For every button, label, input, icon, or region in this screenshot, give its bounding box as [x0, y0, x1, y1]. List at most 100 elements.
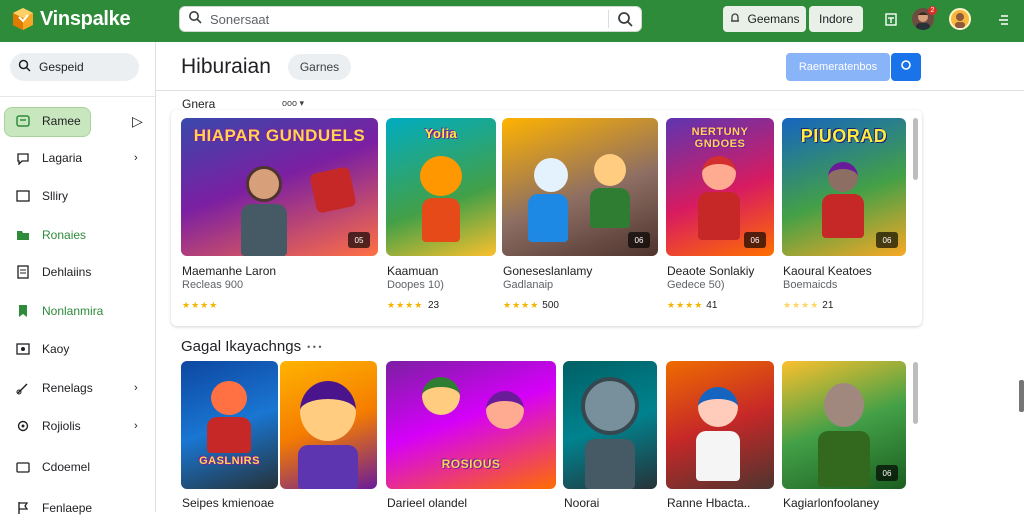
- game-art-title: GASLNIRS: [199, 455, 260, 467]
- character-art: [246, 166, 282, 202]
- game-tile[interactable]: 06: [502, 118, 658, 256]
- sidebar-item-slliry[interactable]: Slliry: [0, 181, 155, 211]
- section-title: Gagal Ikayachngs • • •: [181, 338, 322, 355]
- bell-icon: [729, 12, 741, 27]
- sidebar-item-renelags[interactable]: Renelags ›: [0, 373, 155, 403]
- sidebar-item-label: Lagaria: [42, 151, 83, 165]
- game-title[interactable]: Darieel olandel: [387, 496, 467, 510]
- notification-badge: 2: [928, 6, 937, 15]
- character-art: [420, 156, 462, 196]
- index-button-label: Indore: [818, 12, 854, 26]
- games-chip[interactable]: Garnes: [288, 54, 351, 80]
- sidebar-item-label: Ronaies: [42, 228, 87, 242]
- character-body-art: [528, 194, 568, 242]
- tile-badge: 06: [876, 232, 898, 248]
- menu-icon[interactable]: [992, 8, 1014, 30]
- game-tile[interactable]: NERTUNY GNDOES 06: [666, 118, 774, 256]
- bookmark-icon: [15, 303, 31, 319]
- character-body-art: [696, 431, 740, 481]
- sidebar-item-nonlanmira[interactable]: Nonlanmira: [0, 296, 155, 326]
- game-art-title: NERTUNY GNDOES: [691, 126, 749, 150]
- game-title[interactable]: Deaote Sonlakiy: [667, 264, 754, 278]
- flag-icon: [15, 500, 31, 516]
- sidebar-item-ronaies[interactable]: Ronaies: [0, 220, 155, 250]
- index-button[interactable]: Indore: [809, 6, 863, 32]
- character-body-art: [698, 192, 740, 240]
- game-tile[interactable]: Yolia: [386, 118, 496, 256]
- sidebar-item-fenlaepe[interactable]: Fenlaepe: [0, 493, 155, 523]
- rating-count-value: 41: [706, 300, 718, 311]
- game-tile[interactable]: ROSIOUS: [386, 361, 556, 489]
- search-toggle-button[interactable]: [891, 53, 921, 81]
- character-art: [581, 377, 639, 435]
- character-body-art: [818, 431, 870, 487]
- tile-badge: 06: [876, 465, 898, 481]
- sidebar-search[interactable]: Gespeid: [10, 53, 139, 81]
- game-title[interactable]: Goneseslanlamy: [503, 264, 592, 278]
- chevron-right-icon: ›: [134, 382, 138, 394]
- sidebar-item-label: Rojiolis: [42, 419, 81, 433]
- character-art: [698, 387, 738, 427]
- game-art-title: ROSIOUS: [441, 457, 501, 471]
- game-title[interactable]: Kaamuan: [387, 264, 438, 278]
- collapse-icon[interactable]: ▷: [132, 113, 143, 130]
- game-tile[interactable]: PIUORAD 06: [782, 118, 906, 256]
- character-art: [594, 154, 626, 186]
- profile-avatar[interactable]: [949, 8, 971, 30]
- sidebar-item-ramee[interactable]: Ramee ▷: [0, 106, 155, 137]
- section-title-text: Gagal Ikayachngs: [181, 338, 302, 355]
- rating-count-value: 23: [428, 300, 440, 311]
- game-title[interactable]: Noorai: [564, 496, 599, 510]
- sidebar-search-label: Gespeid: [39, 60, 84, 74]
- search-icon: [188, 10, 202, 29]
- game-title[interactable]: Kaoural Keatoes: [783, 264, 872, 278]
- sidebar-item-label: Ramee: [42, 114, 81, 128]
- sort-dropdown[interactable]: ooo ▾: [282, 98, 304, 109]
- character-body-art: [822, 194, 864, 238]
- character-art: [300, 381, 356, 441]
- app-logo[interactable]: Vinspalke: [12, 7, 131, 31]
- game-tile[interactable]: HIAPAR GUNDUELS 05: [181, 118, 378, 256]
- game-tile[interactable]: GASLNIRS: [181, 361, 278, 489]
- game-rating: ★★★★: [387, 300, 423, 311]
- chevron-down-icon: ▾: [299, 98, 305, 108]
- game-title[interactable]: Ranne Hbacta..: [667, 496, 750, 510]
- sidebar-item-cdoemel[interactable]: Cdoemel: [0, 452, 155, 482]
- sidebar-item-dehlaiins[interactable]: Dehlaiins: [0, 257, 155, 287]
- circle-icon: [900, 58, 912, 76]
- row-scrollbar[interactable]: [913, 362, 918, 424]
- sidebar-divider: [0, 96, 155, 97]
- calendar-icon[interactable]: [880, 8, 902, 30]
- game-subtitle: Gedece 50): [667, 279, 725, 291]
- sort-value: ooo: [282, 98, 298, 108]
- game-subtitle: Recleas 900: [182, 279, 244, 291]
- game-title[interactable]: Maemanhe Laron: [182, 264, 276, 278]
- game-title[interactable]: Kagiarlonfoolaney: [783, 496, 879, 510]
- character-art: [486, 391, 524, 429]
- game-title[interactable]: Seipes kmienoae: [182, 496, 274, 510]
- search-bar[interactable]: Sonersaat: [179, 6, 642, 32]
- character-body-art: [241, 204, 287, 256]
- primary-action-button[interactable]: Raemeratenbos: [786, 53, 890, 81]
- chevron-right-icon: ›: [134, 420, 138, 432]
- more-icon[interactable]: • • •: [307, 342, 321, 352]
- game-art-title: PIUORAD: [800, 126, 888, 146]
- sidebar-item-label: Fenlaepe: [42, 501, 93, 515]
- game-tile[interactable]: [280, 361, 377, 489]
- game-rating: ★★★★ 500: [503, 300, 559, 311]
- page-scrollbar[interactable]: [1019, 380, 1024, 412]
- sidebar-item-kaoy[interactable]: Kaoy: [0, 334, 155, 364]
- brush-icon: [15, 380, 31, 396]
- sidebar-item-lagaria[interactable]: Lagaria ›: [0, 143, 155, 173]
- game-subtitle: Doopes 10): [387, 279, 444, 291]
- search-submit-icon[interactable]: [609, 11, 641, 27]
- games-button[interactable]: Geemans: [723, 6, 806, 32]
- page-title: Hiburaian: [181, 55, 271, 78]
- sidebar-item-rojiolis[interactable]: Rojiolis ›: [0, 411, 155, 441]
- row-scrollbar[interactable]: [913, 118, 918, 180]
- star-rating-icon: ★★★★: [783, 300, 820, 310]
- game-tile[interactable]: 06: [782, 361, 906, 489]
- search-input[interactable]: Sonersaat: [210, 12, 608, 27]
- game-tile[interactable]: [563, 361, 657, 489]
- game-tile[interactable]: [666, 361, 774, 489]
